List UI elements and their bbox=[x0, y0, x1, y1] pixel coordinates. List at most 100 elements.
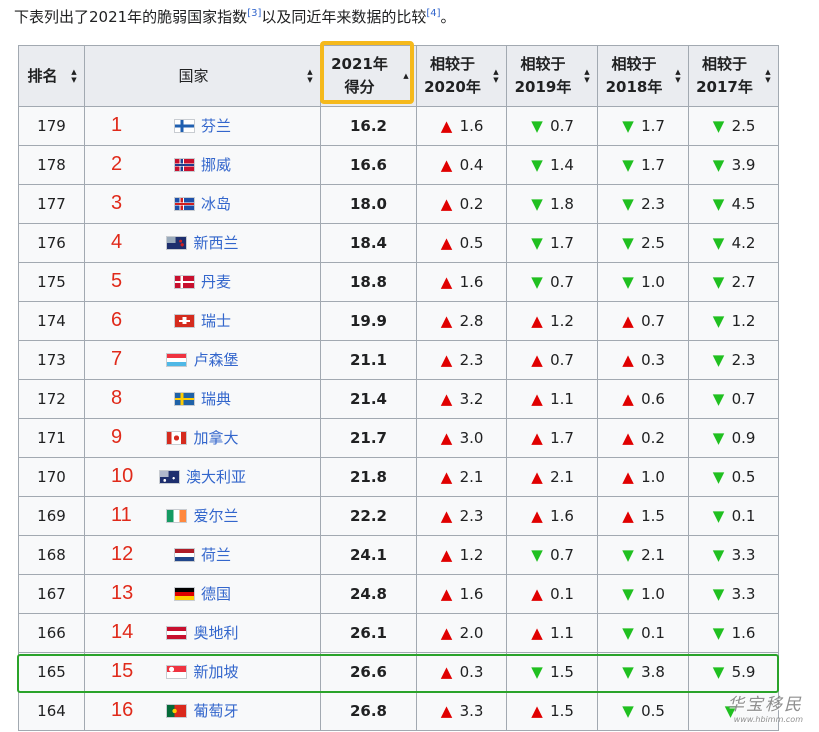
country-link[interactable]: 瑞士 bbox=[173, 310, 231, 331]
increase-arrow-icon: ▲ bbox=[440, 429, 453, 447]
country-link[interactable]: 冰岛 bbox=[173, 193, 231, 214]
country-name[interactable]: 新加坡 bbox=[193, 661, 238, 682]
compare-2020-cell: ▲ 0.2 bbox=[416, 184, 507, 224]
country-name[interactable]: 葡萄牙 bbox=[193, 700, 238, 721]
compare-2018-cell: ▼ 2.5 bbox=[597, 223, 689, 263]
change-value: 2.5 bbox=[731, 117, 756, 135]
country-link[interactable]: 卢森堡 bbox=[166, 349, 239, 370]
country-cell: 15 新加坡 bbox=[84, 652, 321, 692]
country-link[interactable]: 葡萄牙 bbox=[166, 700, 239, 721]
country-cell: 7 卢森堡 bbox=[84, 340, 321, 380]
country-cell: 12 荷兰 bbox=[84, 535, 321, 575]
country-link[interactable]: 荷兰 bbox=[173, 544, 231, 565]
country-name[interactable]: 挪威 bbox=[201, 154, 231, 175]
country-name[interactable]: 瑞士 bbox=[201, 310, 231, 331]
increase-arrow-icon: ▲ bbox=[440, 624, 453, 642]
compare-2019-cell: ▲ 1.1 bbox=[506, 613, 598, 653]
sort-icon[interactable]: ▲ ▼ bbox=[70, 68, 78, 84]
increase-arrow-icon: ▲ bbox=[531, 624, 543, 642]
country-link[interactable]: 奥地利 bbox=[166, 622, 239, 643]
country-name[interactable]: 冰岛 bbox=[201, 193, 231, 214]
country-link[interactable]: 挪威 bbox=[173, 154, 231, 175]
header-score-2021[interactable]: 2021年 得分 ▲ bbox=[320, 45, 417, 107]
country-name[interactable]: 德国 bbox=[201, 583, 231, 604]
country-link[interactable]: 丹麦 bbox=[173, 271, 231, 292]
change-value: 2.1 bbox=[459, 468, 484, 486]
country-name[interactable]: 瑞典 bbox=[201, 388, 231, 409]
decrease-arrow-icon: ▼ bbox=[531, 546, 543, 564]
decrease-arrow-icon: ▼ bbox=[712, 429, 725, 447]
compare-2019-cell: ▲ 2.1 bbox=[506, 457, 598, 497]
country-link[interactable]: 新西兰 bbox=[166, 232, 239, 253]
change-value: 4.2 bbox=[731, 234, 756, 252]
compare-2020-cell: ▲ 1.6 bbox=[416, 106, 507, 146]
header-compare-2019[interactable]: 相较于 2019年 ▲ ▼ bbox=[506, 45, 598, 107]
change-value: 2.3 bbox=[459, 507, 484, 525]
rank-cell: 173 bbox=[18, 340, 85, 380]
header-rank[interactable]: 排名 ▲ ▼ bbox=[18, 45, 85, 107]
country-link[interactable]: 加拿大 bbox=[166, 427, 239, 448]
compare-2019-cell: ▼ 0.7 bbox=[506, 262, 598, 302]
score-cell: 26.6 bbox=[320, 652, 417, 692]
decrease-arrow-icon: ▼ bbox=[622, 702, 634, 720]
country-link[interactable]: 瑞典 bbox=[173, 388, 231, 409]
change-value: 0.7 bbox=[550, 351, 574, 369]
country-name[interactable]: 荷兰 bbox=[201, 544, 231, 565]
country-name[interactable]: 加拿大 bbox=[193, 427, 238, 448]
country-name[interactable]: 芬兰 bbox=[201, 115, 231, 136]
compare-2020-cell: ▲ 3.2 bbox=[416, 379, 507, 419]
increase-arrow-icon: ▲ bbox=[531, 468, 543, 486]
decrease-arrow-icon: ▼ bbox=[712, 663, 725, 681]
score-cell: 22.2 bbox=[320, 496, 417, 536]
canada-flag-icon bbox=[166, 430, 188, 445]
annotation-order-number: 4 bbox=[111, 231, 123, 254]
country-name[interactable]: 爱尔兰 bbox=[193, 505, 238, 526]
sort-icon[interactable]: ▲ ▼ bbox=[306, 68, 314, 84]
country-link[interactable]: 澳大利亚 bbox=[158, 466, 246, 487]
annotation-order-number: 2 bbox=[111, 153, 123, 176]
change-value: 0.7 bbox=[731, 390, 756, 408]
change-value: 1.2 bbox=[731, 312, 756, 330]
increase-arrow-icon: ▲ bbox=[440, 234, 453, 252]
increase-arrow-icon: ▲ bbox=[440, 468, 453, 486]
compare-2019-cell: ▲ 1.5 bbox=[506, 691, 598, 731]
increase-arrow-icon: ▲ bbox=[531, 312, 543, 330]
table-row: 166 14 奥地利 26.1 ▲ 2.0 ▲ 1.1 ▼ 0.1 ▼ 1.6 bbox=[18, 613, 779, 653]
country-link[interactable]: 新加坡 bbox=[166, 661, 239, 682]
country-link[interactable]: 德国 bbox=[173, 583, 231, 604]
country-name[interactable]: 卢森堡 bbox=[193, 349, 238, 370]
denmark-flag-icon bbox=[173, 274, 195, 289]
compare-2020-cell: ▲ 2.1 bbox=[416, 457, 507, 497]
annotation-order-number: 10 bbox=[111, 465, 134, 488]
header-compare-2020[interactable]: 相较于 2020年 ▲ ▼ bbox=[416, 45, 507, 107]
sort-ascending-icon[interactable]: ▲ bbox=[402, 72, 410, 80]
country-name[interactable]: 丹麦 bbox=[201, 271, 231, 292]
header-compare-2017[interactable]: 相较于 2017年 ▲ ▼ bbox=[688, 45, 779, 107]
compare-2020-cell: ▲ 1.6 bbox=[416, 262, 507, 302]
compare-2020-cell: ▲ 0.4 bbox=[416, 145, 507, 185]
compare-2018-cell: ▼ 3.8 bbox=[597, 652, 689, 692]
reference-link-4[interactable]: [4] bbox=[426, 8, 440, 19]
country-link[interactable]: 芬兰 bbox=[173, 115, 231, 136]
decrease-arrow-icon: ▼ bbox=[712, 390, 725, 408]
change-value: 1.6 bbox=[459, 117, 484, 135]
country-link[interactable]: 爱尔兰 bbox=[166, 505, 239, 526]
header-compare-2018[interactable]: 相较于 2018年 ▲ ▼ bbox=[597, 45, 689, 107]
country-name[interactable]: 澳大利亚 bbox=[186, 466, 246, 487]
change-value: 1.6 bbox=[459, 273, 484, 291]
rank-cell: 169 bbox=[18, 496, 85, 536]
sort-icon[interactable]: ▲ ▼ bbox=[674, 68, 682, 84]
change-value: 1.1 bbox=[550, 624, 574, 642]
increase-arrow-icon: ▲ bbox=[622, 507, 634, 525]
country-name[interactable]: 奥地利 bbox=[193, 622, 238, 643]
score-cell: 16.6 bbox=[320, 145, 417, 185]
sort-icon[interactable]: ▲ ▼ bbox=[492, 68, 500, 84]
sort-icon[interactable]: ▲ ▼ bbox=[583, 68, 591, 84]
country-name[interactable]: 新西兰 bbox=[193, 232, 238, 253]
sort-icon[interactable]: ▲ ▼ bbox=[764, 68, 772, 84]
reference-link-3[interactable]: [3] bbox=[247, 8, 261, 19]
annotation-order-number: 16 bbox=[111, 699, 134, 722]
header-country[interactable]: 国家 ▲ ▼ bbox=[84, 45, 321, 107]
increase-arrow-icon: ▲ bbox=[531, 507, 543, 525]
compare-2019-cell: ▲ 0.7 bbox=[506, 340, 598, 380]
